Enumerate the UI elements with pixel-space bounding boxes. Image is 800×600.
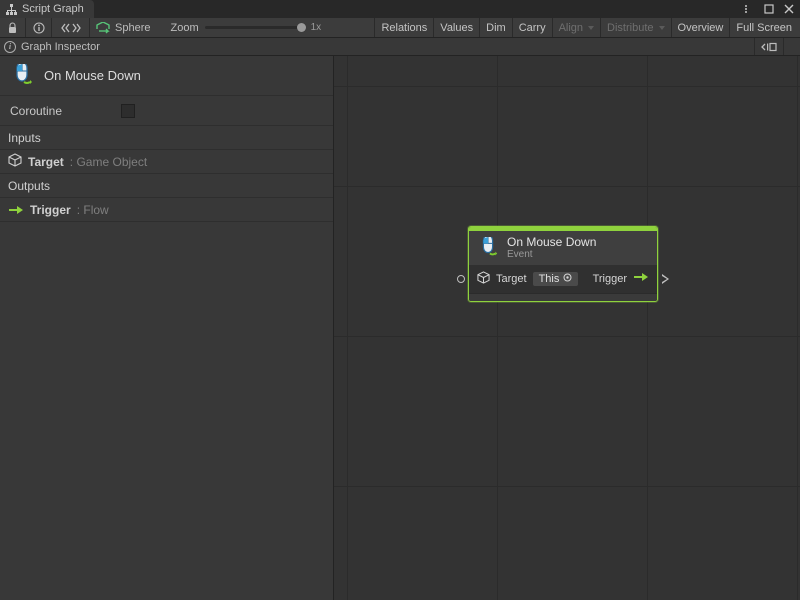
node-on-mouse-down[interactable]: On Mouse Down Event Target This <box>468 226 658 302</box>
window-tabbar: Script Graph <box>0 0 800 18</box>
inputs-header: Inputs <box>0 126 333 150</box>
tab-script-graph[interactable]: Script Graph <box>0 0 94 18</box>
flow-arrow-icon <box>633 271 649 286</box>
window-menu-icon[interactable] <box>742 2 756 16</box>
toolbar-fullscreen-button[interactable]: Full Screen <box>729 18 798 37</box>
tab-title: Script Graph <box>22 3 84 15</box>
node-target-field[interactable]: This <box>533 272 579 286</box>
mouse-event-icon <box>10 64 34 88</box>
main-toolbar: Sphere Zoom 1x Relations Values Dim Carr… <box>0 18 800 38</box>
graph-inspector-title: Graph Inspector <box>21 41 100 53</box>
cube-outline-icon <box>8 153 22 170</box>
inspector-panel: On Mouse Down Coroutine Inputs Target : … <box>0 56 334 600</box>
cube-outline-icon <box>477 271 490 287</box>
window-maximize-icon[interactable] <box>762 2 776 16</box>
node-body: Target This Trigger <box>469 265 657 293</box>
graph-canvas[interactable]: On Mouse Down Event Target This <box>334 56 800 600</box>
inspector-node-header: On Mouse Down <box>0 56 333 96</box>
code-brackets-button[interactable] <box>52 18 90 37</box>
output-trigger-type: : Flow <box>77 203 109 217</box>
coroutine-label: Coroutine <box>10 104 62 118</box>
input-port-target[interactable] <box>457 275 465 283</box>
node-title-group: On Mouse Down Event <box>507 236 596 260</box>
toolbar-dim-button[interactable]: Dim <box>479 18 512 37</box>
info-button[interactable] <box>26 18 52 37</box>
toolbar-values-button[interactable]: Values <box>433 18 479 37</box>
node-trigger-label: Trigger <box>593 273 627 285</box>
context-object-label: Sphere <box>115 22 150 34</box>
mouse-event-icon <box>477 237 499 259</box>
flow-arrow-icon <box>8 204 24 216</box>
object-picker-icon[interactable] <box>563 273 572 285</box>
inspector-coroutine-row: Coroutine <box>0 96 333 126</box>
outputs-header: Outputs <box>0 174 333 198</box>
node-header[interactable]: On Mouse Down Event <box>469 231 657 265</box>
inspector-node-title: On Mouse Down <box>44 68 141 83</box>
toolbar-overview-button[interactable]: Overview <box>671 18 730 37</box>
zoom-slider-thumb[interactable] <box>297 23 306 32</box>
zoom-slider[interactable] <box>205 26 301 29</box>
input-target-type: : Game Object <box>70 155 147 169</box>
node-target-value: This <box>539 273 560 285</box>
toolbar-distribute-dropdown[interactable]: Distribute <box>600 18 670 37</box>
context-object[interactable]: Sphere <box>90 18 160 37</box>
window-close-icon[interactable] <box>782 2 796 16</box>
node-footer <box>469 293 657 301</box>
node-subtitle: Event <box>507 249 596 260</box>
toolbar-carry-button[interactable]: Carry <box>512 18 552 37</box>
graph-inspector-header: i Graph Inspector <box>0 38 800 56</box>
gameobject-arrow-icon <box>96 22 110 34</box>
body: On Mouse Down Coroutine Inputs Target : … <box>0 56 800 600</box>
graph-hierarchy-icon <box>6 4 17 15</box>
lock-button[interactable] <box>0 18 26 37</box>
node-title: On Mouse Down <box>507 236 596 249</box>
chevron-down-icon <box>588 26 594 30</box>
coroutine-checkbox[interactable] <box>121 104 135 118</box>
output-port-trigger[interactable] <box>662 274 669 284</box>
toolbar-align-dropdown[interactable]: Align <box>552 18 600 37</box>
output-trigger-row: Trigger : Flow <box>0 198 333 222</box>
zoom-control: Zoom 1x <box>160 18 321 37</box>
input-target-row: Target : Game Object <box>0 150 333 174</box>
chevron-down-icon <box>659 26 665 30</box>
zoom-value: 1x <box>311 22 322 33</box>
window-controls <box>742 0 800 18</box>
input-target-name: Target <box>28 155 64 169</box>
output-trigger-name: Trigger <box>30 203 71 217</box>
node-target-label: Target <box>496 273 527 285</box>
app-root: Script Graph <box>0 0 800 600</box>
zoom-label: Zoom <box>170 22 198 34</box>
toolbar-relations-button[interactable]: Relations <box>374 18 433 37</box>
info-icon: i <box>4 41 16 53</box>
collapse-panel-button[interactable] <box>754 38 784 55</box>
canvas-grid <box>334 56 800 600</box>
